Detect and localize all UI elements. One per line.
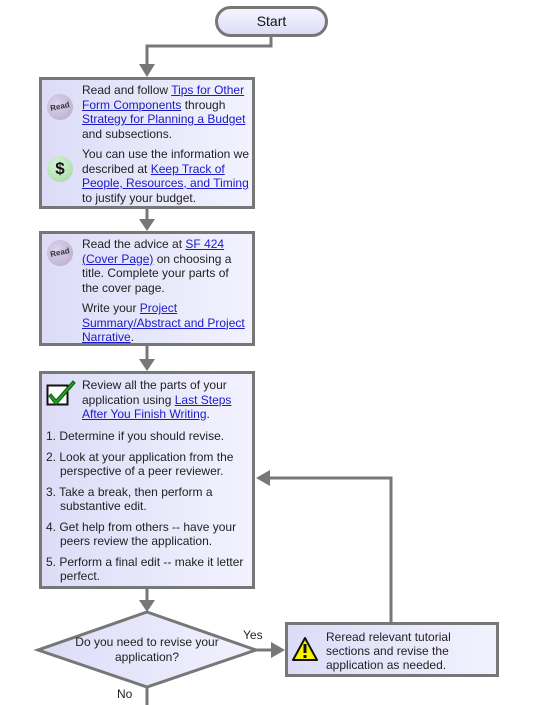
box2-paragraph-2: Write your Project Summary/Abstract and … — [82, 301, 245, 344]
connector-loop — [268, 476, 393, 622]
connector-start-box1 — [145, 36, 273, 66]
checkmark-icon — [46, 380, 76, 406]
arrowhead — [139, 64, 155, 77]
arrowhead — [271, 642, 285, 658]
list-item: 1. Determine if you should revise. — [46, 429, 225, 443]
step-box-2: Read Read the advice at SF 424 (Cover Pa… — [39, 231, 255, 346]
list-item: 5. Perform a final edit -- make it lette… — [46, 554, 244, 584]
box1-paragraph-2: You can use the information we described… — [82, 147, 249, 205]
step-box-1: Read Read and follow Tips for Other Form… — [39, 77, 255, 209]
box1-paragraph-1: Read and follow Tips for Other Form Comp… — [82, 83, 246, 141]
read-icon: Read — [44, 91, 76, 123]
step-box-3: Review all the parts of your application… — [39, 371, 255, 589]
arrowhead — [139, 359, 155, 371]
read-icon: Read — [44, 237, 76, 269]
revise-text: Reread relevant tutorial sections and re… — [326, 630, 451, 672]
link-strategy-planning-budget[interactable]: Strategy for Planning a Budget — [82, 112, 245, 126]
box2-paragraph-1: Read the advice at SF 424 (Cover Page) o… — [82, 237, 232, 295]
start-label: Start — [256, 13, 287, 29]
arrowhead — [139, 219, 155, 231]
decision-text: Do you need to revise your application? — [75, 635, 219, 664]
revise-box: Reread relevant tutorial sections and re… — [285, 622, 499, 677]
arrowhead — [256, 470, 270, 486]
box3-intro: Review all the parts of your application… — [82, 378, 232, 421]
revision-steps-list: 1. Determine if you should revise. 2. Lo… — [46, 429, 248, 590]
list-item: 4. Get help from others -- have your pee… — [46, 519, 237, 549]
arrowhead — [139, 600, 155, 612]
dollar-icon: $ — [47, 156, 73, 182]
start-terminal: Start — [215, 6, 328, 37]
list-item: 3. Take a break, then perform a substant… — [46, 484, 213, 514]
no-label: No — [117, 687, 133, 701]
yes-label: Yes — [243, 628, 263, 642]
list-item: 2. Look at your application from the per… — [46, 449, 234, 479]
warning-icon — [292, 637, 318, 661]
